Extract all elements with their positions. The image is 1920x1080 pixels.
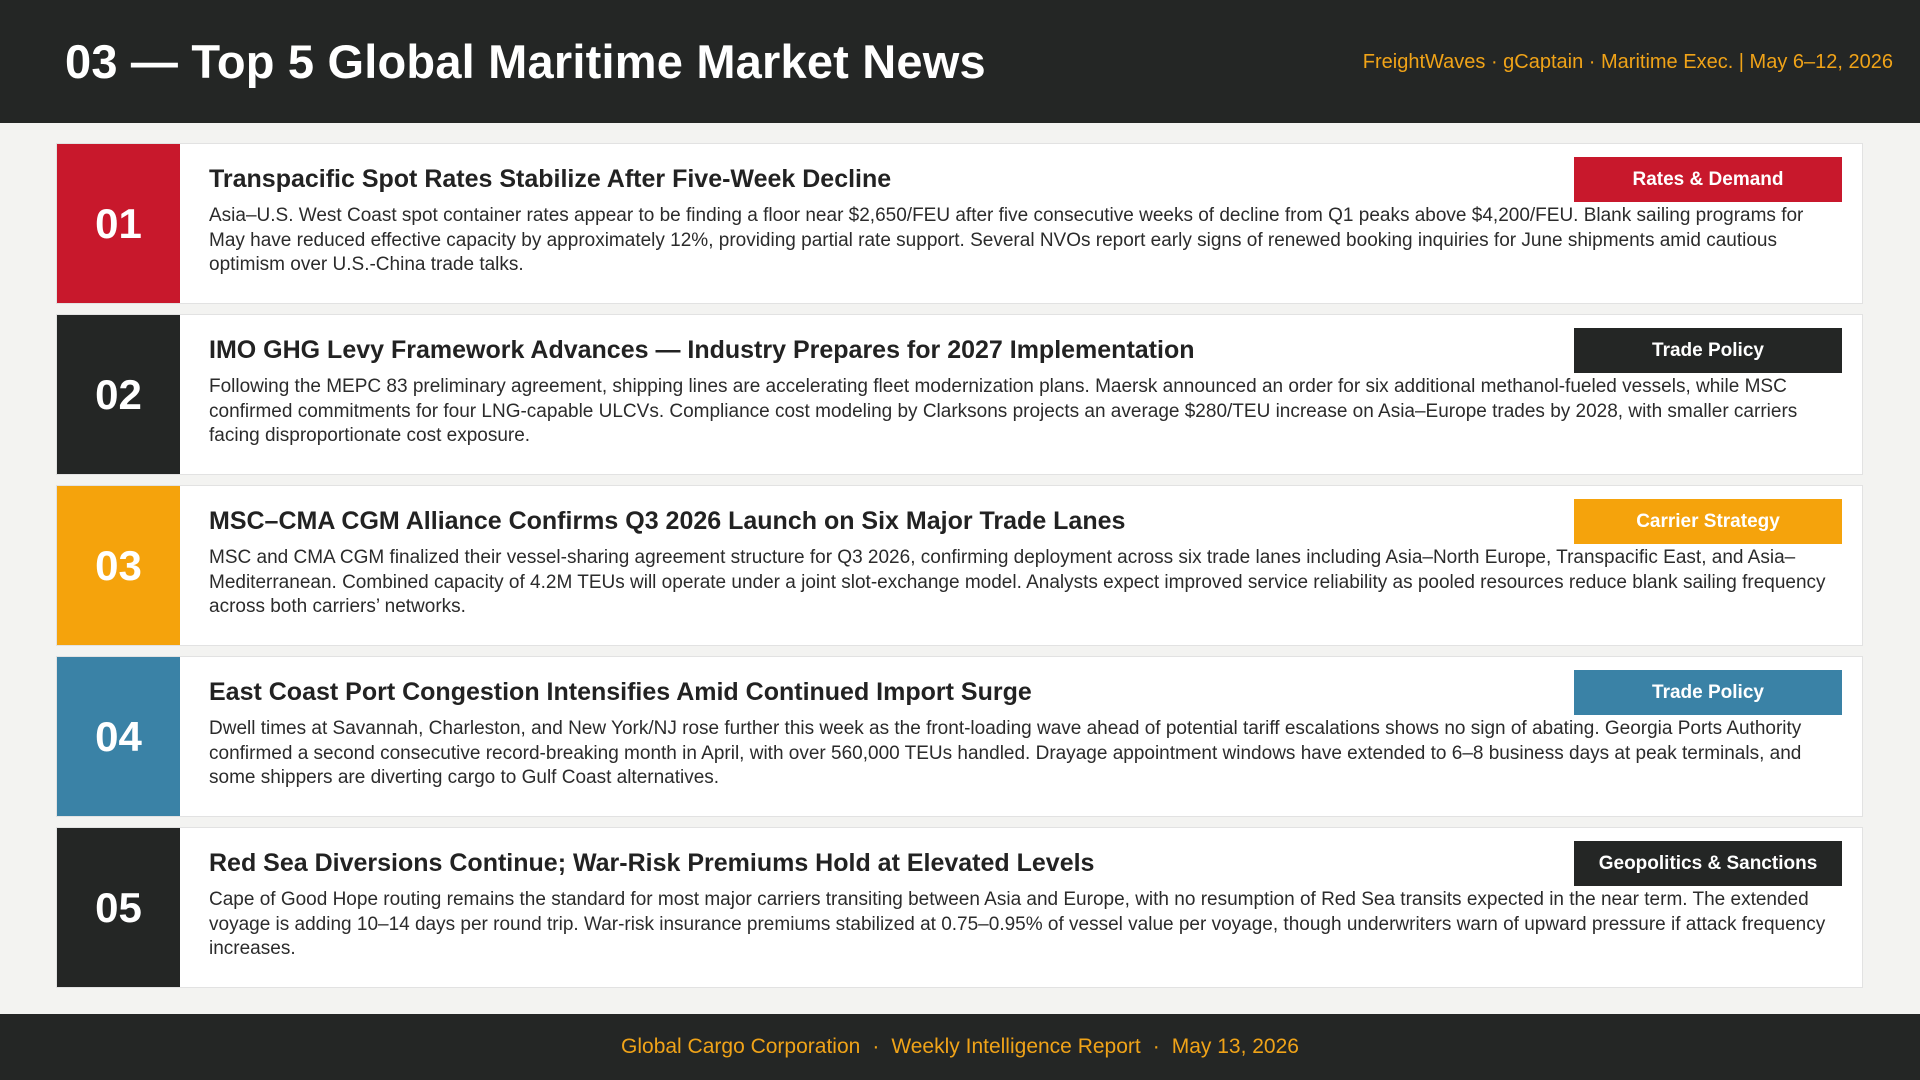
rank-number-block: 01 xyxy=(57,144,180,303)
page-footer: Global Cargo Corporation · Weekly Intell… xyxy=(0,1014,1920,1080)
source-and-date-range: FreightWaves · gCaptain · Maritime Exec.… xyxy=(1362,51,1893,73)
footer-report-name: Weekly Intelligence Report xyxy=(891,1035,1141,1058)
footer-separator: · xyxy=(872,1035,880,1058)
news-content: IMO GHG Levy Framework Advances — Indust… xyxy=(180,315,1862,474)
news-content: East Coast Port Congestion Intensifies A… xyxy=(180,657,1862,816)
news-card-5[interactable]: 05 Red Sea Diversions Continue; War-Risk… xyxy=(56,827,1863,988)
rank-number-block: 04 xyxy=(57,657,180,816)
footer-date: May 13, 2026 xyxy=(1171,1035,1299,1058)
news-summary: MSC and CMA CGM finalized their vessel-s… xyxy=(209,547,1826,617)
page-title: 03 — Top 5 Global Maritime Market News xyxy=(65,35,986,88)
news-content: Transpacific Spot Rates Stabilize After … xyxy=(180,144,1862,303)
news-list: 01 Transpacific Spot Rates Stabilize Aft… xyxy=(56,143,1863,998)
category-tag: Geopolitics & Sanctions xyxy=(1574,841,1842,886)
category-tag: Trade Policy xyxy=(1574,670,1842,715)
news-summary: Cape of Good Hope routing remains the st… xyxy=(209,889,1826,959)
news-card-3[interactable]: 03 MSC–CMA CGM Alliance Confirms Q3 2026… xyxy=(56,485,1863,646)
category-tag: Trade Policy xyxy=(1574,328,1842,373)
news-card-1[interactable]: 01 Transpacific Spot Rates Stabilize Aft… xyxy=(56,143,1863,304)
news-summary: Dwell times at Savannah, Charleston, and… xyxy=(209,718,1802,788)
category-tag: Rates & Demand xyxy=(1574,157,1842,202)
category-tag: Carrier Strategy xyxy=(1574,499,1842,544)
news-content: MSC–CMA CGM Alliance Confirms Q3 2026 La… xyxy=(180,486,1862,645)
rank-number-block: 02 xyxy=(57,315,180,474)
news-content: Red Sea Diversions Continue; War-Risk Pr… xyxy=(180,828,1862,987)
news-card-2[interactable]: 02 IMO GHG Levy Framework Advances — Ind… xyxy=(56,314,1863,475)
footer-company: Global Cargo Corporation xyxy=(621,1035,861,1058)
news-summary: Following the MEPC 83 preliminary agreem… xyxy=(209,376,1798,446)
news-summary: Asia–U.S. West Coast spot container rate… xyxy=(209,205,1804,275)
news-card-4[interactable]: 04 East Coast Port Congestion Intensifie… xyxy=(56,656,1863,817)
rank-number-block: 05 xyxy=(57,828,180,987)
footer-separator: · xyxy=(1152,1035,1160,1058)
page-header: 03 — Top 5 Global Maritime Market News F… xyxy=(0,0,1920,123)
rank-number-block: 03 xyxy=(57,486,180,645)
